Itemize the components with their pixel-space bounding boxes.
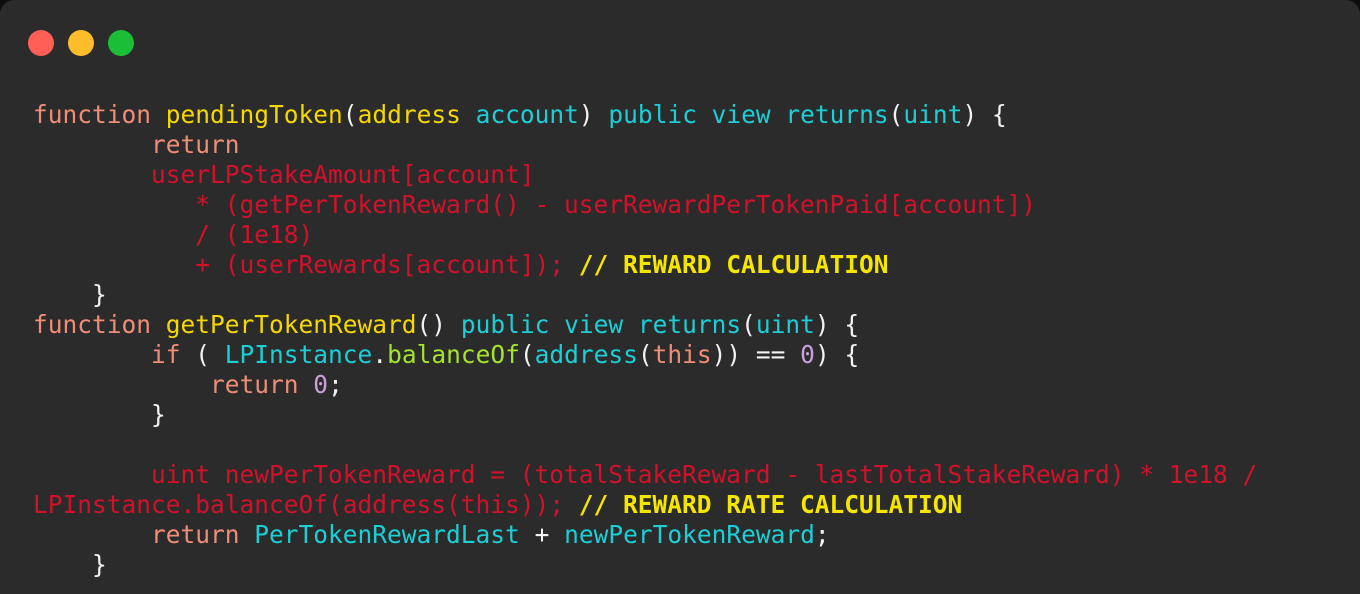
- code-token: uint: [903, 100, 963, 129]
- code-token: }: [92, 550, 107, 579]
- code-token: function: [33, 100, 152, 129]
- code-token: public view returns: [608, 100, 889, 129]
- minimize-window-button[interactable]: [68, 30, 94, 56]
- code-token: (: [637, 340, 653, 369]
- code-token: ) {: [962, 100, 1007, 129]
- code-token: // REWARD RATE CALCULATION: [578, 490, 963, 519]
- code-token: // REWARD CALCULATION: [578, 250, 889, 279]
- code-line: return PerTokenRewardLast + newPerTokenR…: [33, 520, 1360, 550]
- code-line: * (getPerTokenReward() - userRewardPerTo…: [33, 190, 1360, 220]
- code-token: (: [888, 100, 904, 129]
- code-token: uint: [755, 310, 815, 339]
- code-line: userLPStakeAmount[account]: [33, 160, 1360, 190]
- code-token: ;: [814, 520, 830, 549]
- code-token: address: [357, 100, 461, 129]
- code-token: .: [372, 340, 388, 369]
- close-window-button[interactable]: [28, 30, 54, 56]
- code-token: uint newPerTokenReward = (totalStakeRewa…: [151, 460, 1258, 489]
- code-token: this: [652, 340, 712, 369]
- code-token: }: [151, 400, 166, 429]
- code-token: userLPStakeAmount[account]: [151, 160, 535, 189]
- code-token: function: [33, 310, 152, 339]
- code-block: function pendingToken(address account) p…: [33, 100, 1360, 580]
- code-token: (: [741, 310, 756, 339]
- code-token: +: [519, 520, 565, 549]
- code-token: account: [475, 100, 579, 129]
- code-line: function pendingToken(address account) p…: [33, 100, 1360, 130]
- code-token: LPInstance.balanceOf(address(this));: [33, 490, 579, 519]
- code-line: }: [33, 280, 1360, 310]
- code-token: return: [210, 370, 299, 399]
- code-line: }: [33, 550, 1360, 580]
- code-token: / (1e18): [195, 220, 314, 249]
- code-token: ) {: [814, 340, 860, 369]
- code-token: if: [151, 340, 181, 369]
- code-token: 0: [800, 340, 815, 369]
- code-line: / (1e18): [33, 220, 1360, 250]
- code-token: (: [342, 100, 358, 129]
- code-token: ) {: [814, 310, 860, 339]
- window-titlebar: [0, 0, 1360, 86]
- code-token: 0: [313, 370, 329, 399]
- code-token: (: [180, 340, 225, 369]
- code-token: getPerTokenReward: [165, 310, 417, 339]
- code-token: pendingToken: [165, 100, 343, 129]
- code-token: public view returns: [460, 310, 742, 339]
- code-token: (: [519, 340, 535, 369]
- code-window: function pendingToken(address account) p…: [0, 0, 1360, 594]
- code-token: * (getPerTokenReward() - userRewardPerTo…: [195, 190, 1037, 219]
- code-line: function getPerTokenReward() public view…: [33, 310, 1360, 340]
- maximize-window-button[interactable]: [108, 30, 134, 56]
- code-token: }: [92, 280, 107, 309]
- code-line: LPInstance.balanceOf(address(this)); // …: [33, 490, 1360, 520]
- code-token: PerTokenRewardLast: [254, 520, 520, 549]
- code-line: + (userRewards[account]); // REWARD CALC…: [33, 250, 1360, 280]
- code-line: return 0;: [33, 370, 1360, 400]
- code-token: )) ==: [711, 340, 801, 369]
- code-line: return: [33, 130, 1360, 160]
- code-token: + (userRewards[account]);: [195, 250, 579, 279]
- code-token: ): [578, 100, 594, 129]
- code-token: newPerTokenReward: [564, 520, 815, 549]
- code-token: balanceOf: [387, 340, 520, 369]
- code-line: }: [33, 400, 1360, 430]
- code-token: LPInstance: [224, 340, 373, 369]
- code-line: if ( LPInstance.balanceOf(address(this))…: [33, 340, 1360, 370]
- code-token: ;: [328, 370, 343, 399]
- code-token: address: [534, 340, 638, 369]
- code-line: uint newPerTokenReward = (totalStakeRewa…: [33, 460, 1360, 490]
- code-token: return: [151, 520, 240, 549]
- code-token: (): [416, 310, 461, 339]
- code-token: return: [151, 130, 240, 159]
